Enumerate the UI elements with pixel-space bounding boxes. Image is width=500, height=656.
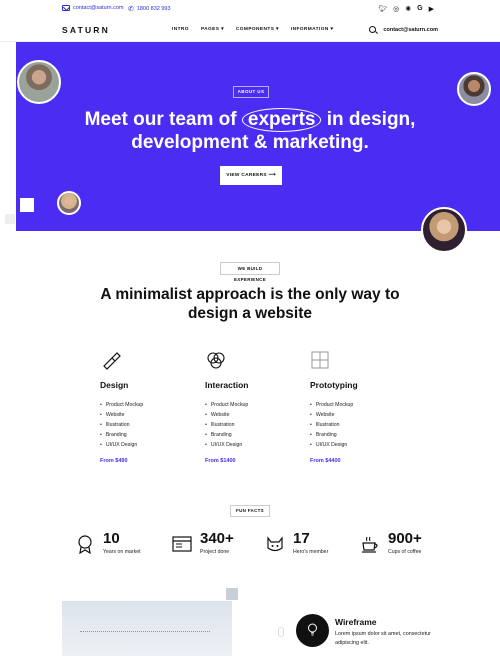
service-item: Illustration [310, 420, 420, 430]
top-email-link[interactable]: contact@saturn.com [62, 5, 124, 11]
fact-years: 10 Years on market [75, 531, 141, 555]
service-list: Product Mockup Website Illustration Bran… [100, 400, 210, 450]
main-menu: INTRO PAGES ▾ COMPONENTS ▾ INFORMATION ▾ [172, 27, 333, 32]
search-icon[interactable] [369, 26, 377, 33]
menu-item-pages[interactable]: PAGES ▾ [201, 27, 224, 32]
service-title: Interaction [205, 380, 249, 390]
grid-icon [310, 350, 332, 370]
paintbrush-icon [100, 350, 122, 370]
service-list: Product Mockup Website Illustration Bran… [310, 400, 420, 450]
service-item: Product Mockup [310, 400, 420, 410]
team-avatar [17, 60, 61, 104]
fact-number: 10 [103, 530, 120, 547]
hero-deco-square [20, 198, 34, 212]
circles-icon [205, 350, 227, 370]
fact-label: Years on market [103, 549, 141, 555]
wireframe-title: Wireframe [335, 617, 377, 627]
sketch-lines [80, 631, 210, 632]
menu-item-information[interactable]: INFORMATION ▾ [291, 27, 333, 32]
wireframe-image [62, 601, 232, 656]
image-deco-square [226, 588, 238, 600]
service-prototyping: Prototyping Product Mockup Website Illus… [310, 350, 420, 464]
service-item: Illustration [205, 420, 315, 430]
award-icon [75, 534, 95, 555]
social-links: 🐦︎ ◎ ✺ G ▶ [378, 5, 434, 13]
service-item: Branding [100, 430, 210, 440]
top-bar: contact@saturn.com ✆ 1800 832 993 🐦︎ ◎ ✺… [0, 0, 500, 20]
dribbble-icon[interactable]: ✺ [405, 5, 411, 13]
top-phone-text: 1800 832 993 [136, 6, 171, 12]
navbar: SATURN INTRO PAGES ▾ COMPONENTS ▾ INFORM… [0, 20, 500, 42]
service-price: From $1400 [205, 458, 236, 464]
google-icon[interactable]: G [417, 5, 422, 13]
phone-icon: ✆ [128, 6, 134, 13]
service-title: Prototyping [310, 380, 358, 390]
fact-label: Hero's member [293, 549, 329, 555]
service-list: Product Mockup Website Illustration Bran… [205, 400, 315, 450]
service-title: Design [100, 380, 129, 390]
top-email-text: contact@saturn.com [73, 5, 124, 11]
team-avatar [421, 207, 467, 253]
cat-icon [265, 534, 285, 554]
service-item: UI/UX Design [310, 440, 420, 450]
fact-projects: 340+ Project done [172, 531, 234, 555]
service-item: Branding [205, 430, 315, 440]
service-item: Product Mockup [205, 400, 315, 410]
youtube-icon[interactable]: ▶ [429, 5, 434, 13]
nav-right: contact@saturn.com [369, 26, 438, 33]
fact-coffee: 900+ Cups of coffee [360, 531, 422, 555]
service-design: Design Product Mockup Website Illustrati… [100, 350, 210, 464]
fact-label: Cups of coffee [388, 549, 422, 555]
team-avatar [57, 191, 81, 215]
fun-facts-badge: FUN FACTS [230, 505, 270, 517]
team-avatar [457, 72, 491, 106]
service-item: UI/UX Design [100, 440, 210, 450]
view-careers-button[interactable]: VIEW CAREERS ⟶ [220, 166, 282, 185]
lightbulb-icon [296, 614, 329, 647]
mail-icon [62, 5, 70, 11]
service-price: From $490 [100, 458, 128, 464]
instagram-icon[interactable]: ◎ [393, 5, 399, 13]
service-item: Branding [310, 430, 420, 440]
hero-deco-square [5, 214, 15, 224]
top-phone-link[interactable]: ✆ 1800 832 993 [128, 5, 171, 13]
fact-number: 17 [293, 530, 310, 547]
menu-item-components[interactable]: COMPONENTS ▾ [236, 27, 279, 32]
wireframe-text: Lorem ipsum dolor sit amet, consectetur … [335, 631, 431, 646]
coffee-icon [360, 534, 380, 554]
hero-title-pre: Meet our team of [84, 109, 242, 130]
service-item: Website [205, 410, 315, 420]
service-item: UI/UX Design [205, 440, 315, 450]
fact-members: 17 Hero's member [265, 531, 328, 555]
nav-contact-email[interactable]: contact@saturn.com [383, 27, 438, 33]
service-item: Website [100, 410, 210, 420]
experience-badge: WE BUILD EXPERIENCE [220, 262, 280, 282]
browser-icon [172, 534, 192, 554]
fact-label: Project done [200, 549, 230, 555]
timeline-marker [278, 627, 284, 637]
logo[interactable]: SATURN [62, 25, 110, 35]
service-item: Website [310, 410, 420, 420]
service-item: Product Mockup [100, 400, 210, 410]
twitter-icon[interactable]: 🐦︎ [378, 5, 387, 13]
service-interaction: Interaction Product Mockup Website Illus… [205, 350, 315, 464]
service-item: Illustration [100, 420, 210, 430]
service-price: From $4400 [310, 458, 341, 464]
about-badge: ABOUT US [233, 86, 269, 98]
hero-title-highlight: experts [241, 108, 322, 132]
experience-title: A minimalist approach is the only way to… [100, 286, 400, 322]
fact-number: 900+ [388, 530, 422, 547]
menu-item-intro[interactable]: INTRO [172, 27, 189, 32]
hero-title: Meet our team of experts in design, deve… [60, 108, 440, 154]
fact-number: 340+ [200, 530, 234, 547]
